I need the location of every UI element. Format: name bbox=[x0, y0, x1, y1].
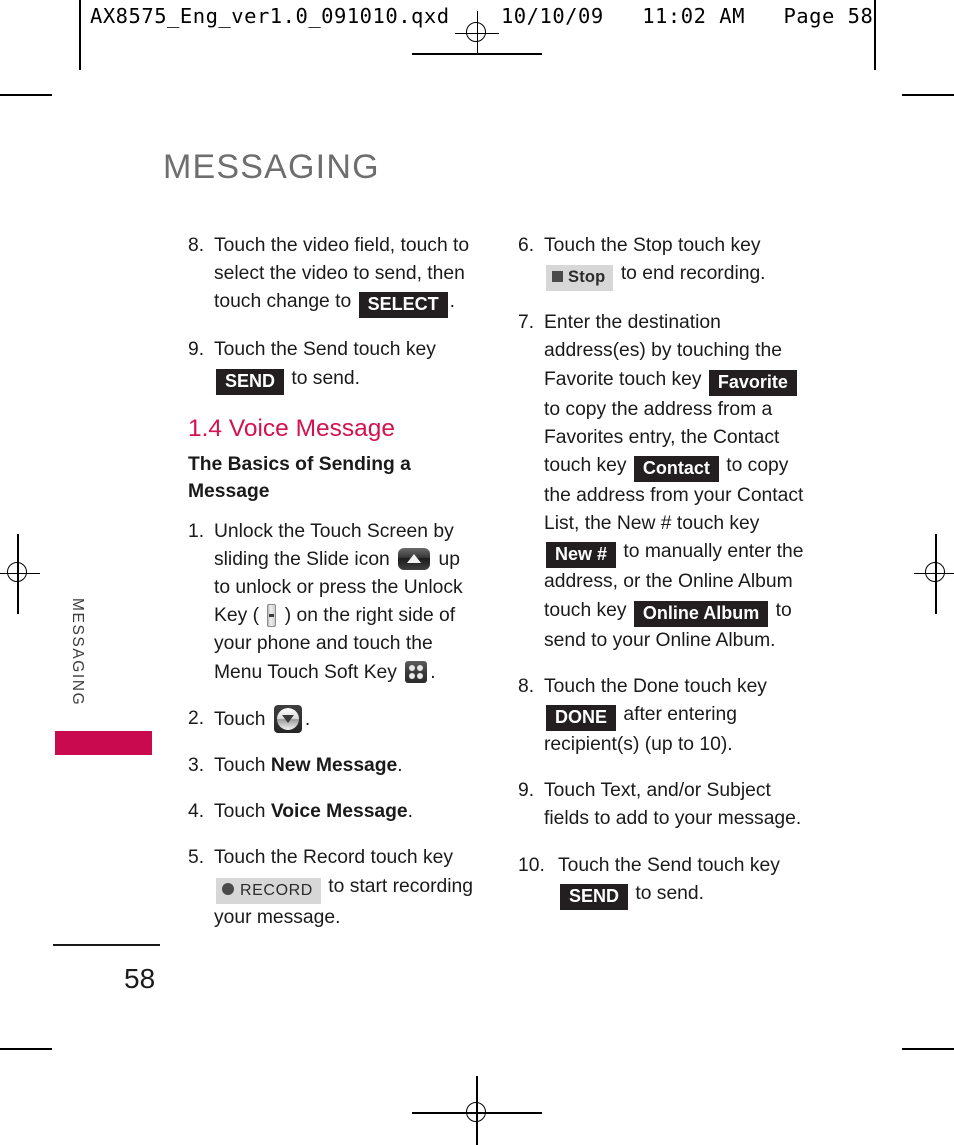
section-title: Voice Message bbox=[228, 414, 396, 442]
side-tab-label: MESSAGING bbox=[69, 598, 86, 707]
step-text-segment: to send. bbox=[286, 367, 360, 389]
message-menu-icon bbox=[273, 704, 302, 733]
section-number: 1.4 bbox=[188, 414, 223, 442]
step-text-segment: . bbox=[304, 708, 311, 730]
step-text-segment: Touch the Stop touch key bbox=[544, 235, 761, 256]
send-key-chip[interactable]: SEND bbox=[560, 883, 629, 910]
crop-mark-top-right-horizontal bbox=[902, 94, 954, 96]
step-text: Touch the Record touch key RECORD to sta… bbox=[214, 844, 480, 931]
step-number: 8. bbox=[188, 235, 205, 256]
section-subheading: The Basics of Sending a Message bbox=[188, 453, 411, 502]
step-text-segment: Touch bbox=[214, 801, 271, 823]
step-text-segment: . bbox=[397, 755, 403, 777]
step-text: Touch the video field, touch to select t… bbox=[214, 232, 480, 319]
step-text-segment: to send. bbox=[630, 882, 704, 904]
step-1-left: 1. Unlock the Touch Screen by sliding th… bbox=[188, 518, 480, 687]
step-6-right: 6. Touch the Stop touch key Stop to end … bbox=[518, 232, 818, 292]
manual-page: AX8575_Eng_ver1.0_091010.qxd 10/10/09 11… bbox=[0, 0, 954, 1145]
online-album-key-chip[interactable]: Online Album bbox=[633, 600, 769, 627]
send-key-chip[interactable]: SEND bbox=[216, 368, 285, 395]
record-dot-icon bbox=[222, 882, 234, 895]
registration-mark-left bbox=[0, 551, 40, 595]
step-number: 5. bbox=[188, 847, 205, 869]
right-column: 6. Touch the Stop touch key Stop to end … bbox=[518, 232, 818, 928]
new-number-key-chip[interactable]: New # bbox=[546, 542, 617, 569]
step-text: Touch the Done touch key DONE after ente… bbox=[544, 673, 818, 759]
record-key-label: RECORD bbox=[240, 881, 313, 899]
record-key-chip[interactable]: RECORD bbox=[216, 877, 321, 904]
crop-mark-bottom-right-horizontal bbox=[902, 1048, 954, 1050]
step-text: Touch the Send touch key SEND to send. bbox=[558, 852, 818, 910]
step-text-segment: Touch the Send touch key bbox=[558, 854, 780, 876]
crop-mark-top-left-horizontal bbox=[0, 94, 52, 96]
print-header-text: AX8575_Eng_ver1.0_091010.qxd 10/10/09 11… bbox=[90, 4, 874, 28]
step-number: 9. bbox=[518, 780, 535, 802]
registration-mark-right bbox=[914, 551, 954, 595]
done-key-chip[interactable]: DONE bbox=[546, 705, 617, 732]
folio-rule bbox=[53, 944, 160, 946]
step-number: 8. bbox=[518, 675, 535, 697]
step-text: Touch Text, and/or Subject fields to add… bbox=[544, 780, 802, 830]
section-heading: 1.4 Voice Message bbox=[188, 413, 480, 444]
registration-guide-bottom-vertical bbox=[476, 1076, 478, 1145]
slide-up-icon bbox=[398, 547, 431, 570]
step-8-right: 8. Touch the Done touch key DONE after e… bbox=[518, 673, 818, 759]
side-tab-marker bbox=[55, 731, 152, 755]
step-5-left: 5. Touch the Record touch key RECORD to … bbox=[188, 844, 480, 931]
step-number: 7. bbox=[518, 312, 535, 334]
step-text-segment: Touch bbox=[214, 708, 271, 730]
left-column: 8. Touch the video field, touch to selec… bbox=[188, 232, 480, 950]
step-number: 2. bbox=[188, 707, 205, 729]
crop-mark-bottom-left-horizontal bbox=[0, 1048, 52, 1050]
step-text: Touch Voice Message. bbox=[214, 798, 480, 826]
page-title: MESSAGING bbox=[163, 148, 380, 186]
step-9-left: 9. Touch the Send touch key SEND to send… bbox=[188, 336, 480, 395]
step-text: Touch New Message. bbox=[214, 752, 480, 780]
step-text: Unlock the Touch Screen by sliding the S… bbox=[214, 518, 480, 687]
step-text: Touch . bbox=[214, 704, 480, 734]
menu-item-voice-message[interactable]: Voice Message bbox=[271, 801, 408, 822]
step-text-segment: Touch bbox=[214, 755, 271, 777]
contact-key-chip[interactable]: Contact bbox=[633, 456, 719, 483]
menu-touch-soft-key-icon bbox=[405, 660, 428, 683]
step-number: 3. bbox=[188, 755, 205, 777]
step-10-right: 10. Touch the Send touch key SEND to sen… bbox=[518, 852, 818, 910]
step-text-segment: to end recording. bbox=[615, 263, 766, 285]
step-8-left: 8. Touch the video field, touch to selec… bbox=[188, 232, 480, 319]
step-text: Touch the Send touch key SEND to send. bbox=[214, 336, 480, 395]
step-2-left: 2. Touch . bbox=[188, 704, 480, 734]
step-7-right: 7. Enter the destination address(es) by … bbox=[518, 309, 818, 655]
step-text: Touch the Stop touch key Stop to end rec… bbox=[544, 232, 818, 292]
step-number: 1. bbox=[188, 520, 205, 542]
select-key-chip[interactable]: SELECT bbox=[358, 292, 448, 319]
step-number: 4. bbox=[188, 801, 205, 823]
unlock-key-icon bbox=[267, 604, 277, 628]
step-9-right: 9. Touch Text, and/or Subject fields to … bbox=[518, 777, 818, 833]
step-4-left: 4. Touch Voice Message. bbox=[188, 798, 480, 826]
favorite-key-chip[interactable]: Favorite bbox=[708, 369, 797, 396]
menu-item-new-message[interactable]: New Message bbox=[271, 755, 397, 776]
step-text-segment: Touch the Done touch key bbox=[544, 675, 767, 697]
step-number: 9. bbox=[188, 339, 205, 361]
step-text-segment: . bbox=[430, 661, 436, 683]
step-text-segment: Touch the Record touch key bbox=[214, 847, 454, 869]
step-3-left: 3. Touch New Message. bbox=[188, 752, 480, 780]
stop-key-label: Stop bbox=[568, 268, 606, 287]
step-text: Enter the destination address(es) by tou… bbox=[544, 309, 818, 655]
stop-key-chip[interactable]: Stop bbox=[546, 265, 614, 292]
step-text-segment: Touch the Send touch key bbox=[214, 339, 436, 361]
page-number: 58 bbox=[124, 963, 156, 994]
step-text-segment: . bbox=[449, 291, 455, 313]
step-number: 6. bbox=[518, 235, 535, 256]
stop-square-icon bbox=[552, 271, 563, 283]
step-number: 10. bbox=[518, 854, 545, 876]
step-text-segment: . bbox=[407, 801, 413, 823]
